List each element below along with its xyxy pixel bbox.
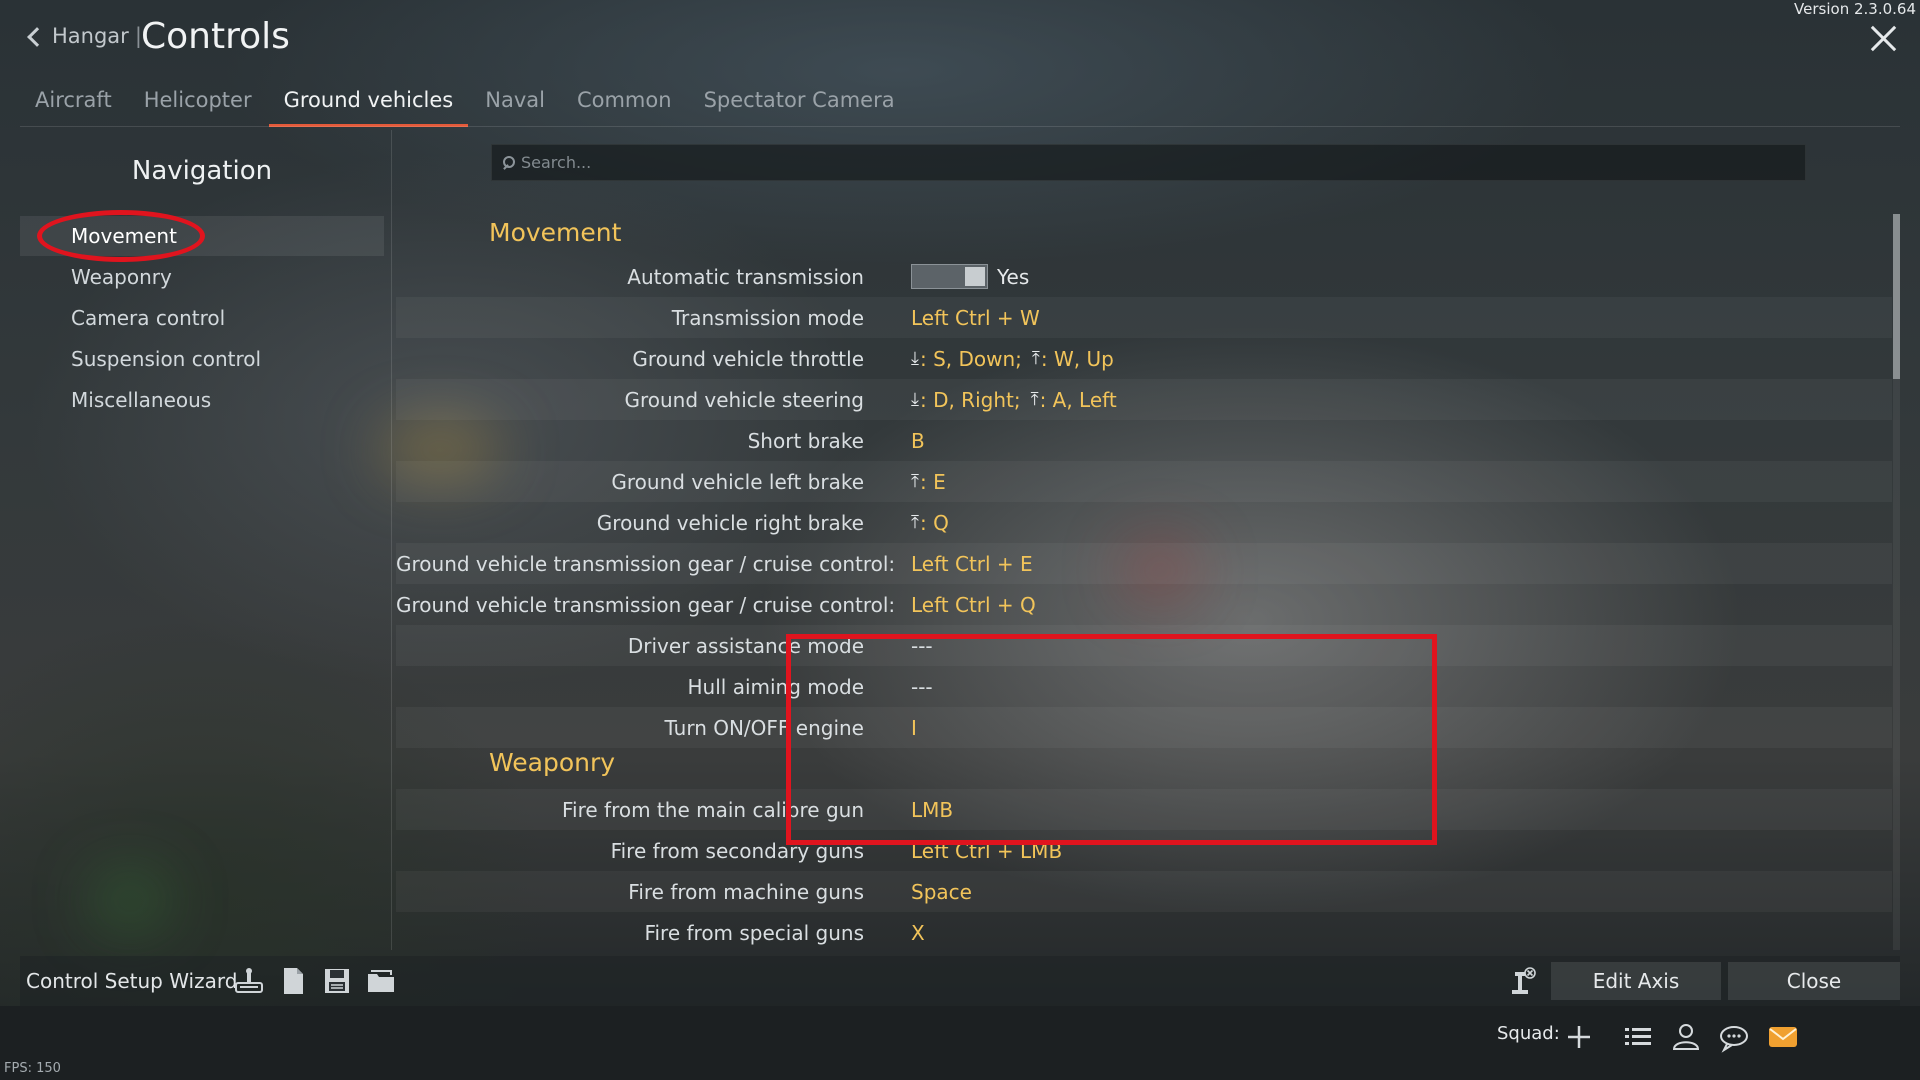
version-label: Version 2.3.0.64 <box>1794 0 1916 18</box>
control-binding[interactable]: ⤓ : S, Down; ⤒ : W, Up <box>911 347 1114 371</box>
control-row[interactable]: Ground vehicle steering ⤓ : D, Right; ⤒ … <box>396 379 1892 420</box>
control-row[interactable]: Fire from special guns X <box>396 912 1892 950</box>
sidebar-item-camera-control[interactable]: Camera control <box>20 298 384 338</box>
toggle-knob <box>965 267 985 286</box>
sidebar-item-suspension-control[interactable]: Suspension control <box>20 339 384 379</box>
navigation-sidebar: Navigation Movement Weaponry Camera cont… <box>20 130 392 950</box>
chat-icon[interactable] <box>1717 1020 1751 1054</box>
control-label: Ground vehicle right brake <box>596 510 864 535</box>
axis-up-icon: ⤒ <box>911 471 919 492</box>
control-binding[interactable]: Left Ctrl + Q <box>911 593 1036 617</box>
vehicle-tabs: Aircraft Helicopter Ground vehicles Nava… <box>20 88 912 127</box>
control-binding[interactable]: ⤓ : D, Right; ⤒ : A, Left <box>911 388 1117 412</box>
joystick-reset-icon[interactable] <box>1506 965 1538 997</box>
highlight-ellipse-annotation <box>37 210 205 262</box>
binding-part: : A, Left <box>1039 387 1117 412</box>
search-icon <box>502 156 515 169</box>
section-title-weaponry: Weaponry <box>489 748 616 777</box>
section-title-movement: Movement <box>489 218 622 247</box>
sidebar-item-miscellaneous[interactable]: Miscellaneous <box>20 380 384 420</box>
edit-axis-button[interactable]: Edit Axis <box>1551 962 1721 1000</box>
control-label: Fire from special guns <box>644 920 864 945</box>
tab-helicopter[interactable]: Helicopter <box>129 88 267 127</box>
hangar-label: Hangar <box>52 24 129 48</box>
control-row[interactable]: Ground vehicle right brake ⤒ : Q <box>396 502 1892 543</box>
control-label: Ground vehicle transmission gear / cruis… <box>396 551 896 576</box>
tab-ground-vehicles[interactable]: Ground vehicles <box>268 88 469 127</box>
list-icon[interactable] <box>1621 1020 1655 1054</box>
control-binding[interactable]: ⤒ : Q <box>911 511 949 535</box>
axis-up-icon: ⤒ <box>911 512 919 533</box>
tab-spectator-camera[interactable]: Spectator Camera <box>689 88 910 127</box>
gamepad-setup-icon[interactable] <box>233 965 265 997</box>
tab-aircraft[interactable]: Aircraft <box>20 88 127 127</box>
chevron-left-icon <box>27 27 47 47</box>
axis-up-icon: ⤒ <box>1031 348 1040 369</box>
binding-part: : S, Down; <box>919 346 1022 371</box>
control-label: Ground vehicle steering <box>624 387 864 412</box>
control-row[interactable]: Ground vehicle transmission gear / cruis… <box>396 543 1892 584</box>
sidebar-item-weaponry[interactable]: Weaponry <box>20 257 384 297</box>
control-binding[interactable]: Left Ctrl + E <box>911 552 1033 576</box>
tabs-divider <box>20 126 1900 127</box>
control-label: Ground vehicle transmission gear / cruis… <box>396 592 896 617</box>
automatic-transmission-toggle[interactable] <box>911 264 988 289</box>
control-row[interactable]: Transmission mode Left Ctrl + W <box>396 297 1892 338</box>
control-row[interactable]: Ground vehicle left brake ⤒ : E <box>396 461 1892 502</box>
control-binding[interactable]: Left Ctrl + W <box>911 306 1040 330</box>
control-label: Automatic transmission <box>627 264 864 289</box>
save-preset-icon[interactable] <box>321 965 353 997</box>
axis-down-icon: ⤓ <box>911 348 919 369</box>
contacts-icon[interactable] <box>1669 1020 1703 1054</box>
toggle-state-label: Yes <box>997 264 1030 289</box>
control-label: Fire from machine guns <box>628 879 864 904</box>
load-preset-icon[interactable] <box>365 965 397 997</box>
new-preset-icon[interactable] <box>277 965 309 997</box>
back-to-hangar-link[interactable]: Hangar | <box>27 24 148 48</box>
close-button[interactable]: Close <box>1728 962 1900 1000</box>
add-icon[interactable] <box>1562 1020 1596 1054</box>
control-row[interactable]: Ground vehicle throttle ⤓ : S, Down; ⤒ :… <box>396 338 1892 379</box>
control-binding[interactable]: ⤒ : E <box>911 470 946 494</box>
close-icon[interactable] <box>1870 24 1898 52</box>
control-setup-wizard-button[interactable]: Control Setup Wizard <box>20 956 243 1006</box>
control-binding[interactable]: X <box>911 921 925 945</box>
control-label: Ground vehicle throttle <box>632 346 864 371</box>
tab-common[interactable]: Common <box>562 88 687 127</box>
squad-label: Squad: <box>1497 1023 1560 1044</box>
binding-part: : Q <box>919 510 949 535</box>
control-row[interactable]: Ground vehicle transmission gear / cruis… <box>396 584 1892 625</box>
control-binding[interactable]: Space <box>911 880 972 904</box>
control-binding[interactable]: B <box>911 429 925 453</box>
control-row[interactable]: Short brake B <box>396 420 1892 461</box>
controls-window: Version 2.3.0.64 Hangar | Controls Aircr… <box>0 0 1920 1080</box>
search-input[interactable] <box>521 153 1801 172</box>
binding-part: : E <box>919 469 946 494</box>
control-label: Short brake <box>747 428 864 453</box>
fps-counter: FPS: 150 <box>4 1061 61 1076</box>
binding-part: : D, Right; <box>919 387 1021 412</box>
binding-part: : W, Up <box>1040 346 1114 371</box>
control-value[interactable]: Yes <box>911 264 1029 289</box>
search-bar <box>491 144 1806 181</box>
control-row[interactable]: Fire from machine guns Space <box>396 871 1892 912</box>
control-label: Transmission mode <box>671 305 864 330</box>
scrollbar[interactable] <box>1893 214 1900 950</box>
scrollbar-thumb[interactable] <box>1893 214 1900 379</box>
highlight-rectangle-annotation <box>786 634 1437 845</box>
tab-naval[interactable]: Naval <box>470 88 560 127</box>
axis-up-icon: ⤒ <box>1030 389 1039 410</box>
mail-icon[interactable] <box>1766 1020 1800 1054</box>
navigation-title: Navigation <box>131 156 273 186</box>
bottom-toolbar: Control Setup Wizard Edit Axis Close <box>20 956 1900 1006</box>
axis-down-icon: ⤓ <box>911 389 919 410</box>
page-title: Controls <box>141 16 290 57</box>
control-row[interactable]: Automatic transmission Yes <box>396 256 1892 297</box>
control-label: Ground vehicle left brake <box>611 469 864 494</box>
controls-list: Movement Automatic transmission Yes Tran… <box>396 214 1892 950</box>
